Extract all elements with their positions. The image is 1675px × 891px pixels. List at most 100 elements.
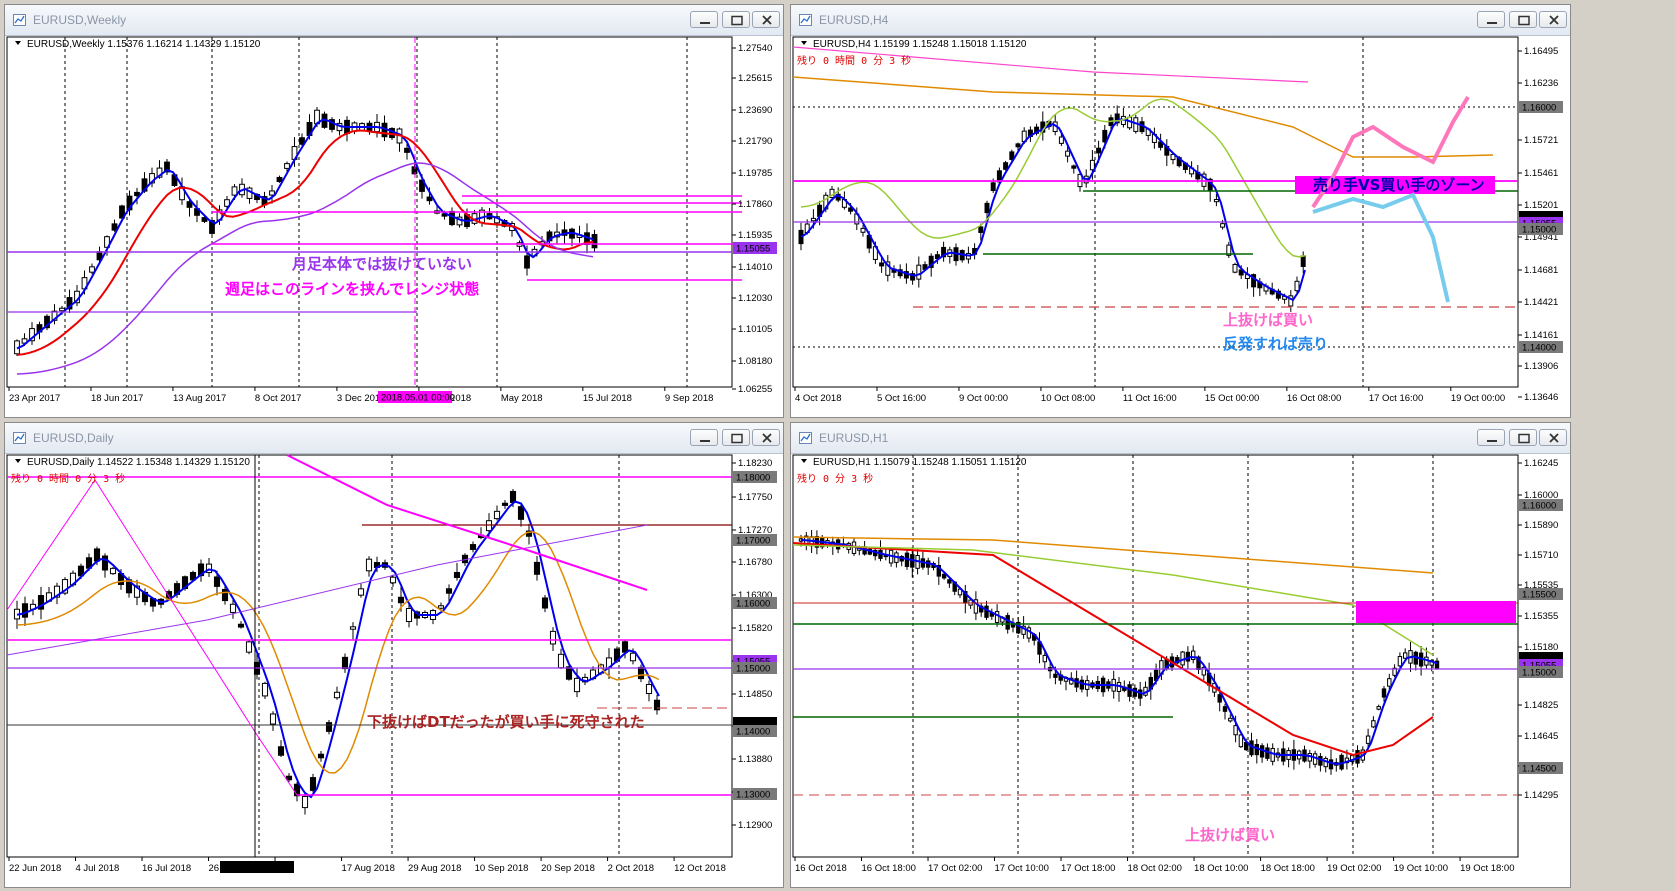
maximize-button[interactable] — [1509, 11, 1537, 28]
candle-body — [1217, 694, 1222, 703]
price-tick-label: 1.16495 — [1524, 46, 1558, 57]
close-button[interactable] — [752, 11, 780, 28]
price-tick-label: 1.15820 — [738, 623, 772, 634]
chart-window[interactable]: EURUSD,Daily EURUSD,Daily 1.14522 1.15348… — [4, 422, 784, 888]
chart-window-icon — [799, 432, 812, 444]
price-tick-label: 1.15935 — [738, 230, 772, 241]
candle-body — [261, 682, 269, 697]
candle-body — [269, 190, 275, 196]
candle-body — [277, 746, 285, 756]
maximize-button[interactable] — [722, 11, 750, 28]
price-tick-label: 1.12030 — [738, 293, 772, 304]
price-axis[interactable]: 1.162451.160001.158901.157101.155351.153… — [1518, 458, 1563, 801]
candle-body — [810, 217, 816, 222]
time-axis[interactable]: 4 Oct 2018 5 Oct 16:00 9 Oct 00:00 10 Oct 0… — [794, 387, 1505, 404]
candle-body — [1005, 615, 1010, 630]
close-button[interactable] — [752, 429, 780, 446]
price-tick-label: 1.14161 — [1524, 330, 1558, 341]
price-tick-label: 1.17860 — [738, 199, 772, 210]
chart-window-icon — [13, 432, 26, 444]
chart-window-icon — [13, 14, 26, 26]
candle-body — [990, 182, 996, 192]
price-tag-label: 1.16000 — [1522, 501, 1556, 512]
price-tick-label: 1.13646 — [1524, 392, 1558, 403]
candle-body — [573, 677, 581, 693]
chart-window[interactable]: EURUSD,Weekly EURUSD,Weekly 1.15376 1.162… — [4, 4, 784, 418]
close-icon — [762, 15, 772, 25]
time-tick-label: 16 Oct 2018 — [795, 863, 847, 874]
time-tick-label: 17 Aug 2018 — [342, 863, 395, 874]
price-axis[interactable]: 1.164951.162361.157211.154611.152011.149… — [1518, 46, 1563, 403]
time-tick-label: 17 Oct 18:00 — [1061, 863, 1115, 874]
title-bar[interactable]: EURUSD,Daily — [5, 423, 783, 454]
candle-body — [916, 264, 922, 280]
time-axis[interactable]: 16 Oct 2018 16 Oct 18:00 17 Oct 02:00 17 Oc… — [794, 857, 1515, 874]
candle-body — [637, 666, 645, 680]
chart-window[interactable]: EURUSD,H1 EURUSD,H1 1.15079 1.15248 1.150… — [790, 422, 1571, 888]
price-tick-label: 1.19785 — [738, 168, 772, 179]
chart-annotation: 上抜けば買い — [1185, 826, 1275, 844]
candle-body — [501, 502, 509, 506]
candle-body — [1096, 147, 1102, 154]
chart-annotation: 週足はこのラインを挟んでレンジ状態 — [225, 280, 479, 298]
time-axis[interactable]: 22 Jun 20184 Jul 201816 Jul 201826 Jul 2… — [8, 857, 726, 874]
minimize-button[interactable] — [690, 11, 718, 28]
candle-body — [1089, 159, 1095, 171]
candle-body — [1294, 280, 1300, 292]
price-chart[interactable]: EURUSD,Daily 1.14522 1.15348 1.14329 1.1… — [5, 453, 783, 887]
price-axis[interactable]: 1.27540 1.25615 1.23690 1.21790 1.19785 1.178… — [732, 43, 777, 395]
time-tick-label: 18 Oct 02:00 — [1128, 863, 1182, 874]
time-tick-label: 20 Sep 2018 — [541, 863, 595, 874]
title-bar[interactable]: EURUSD,Weekly — [5, 5, 783, 36]
price-chart[interactable]: EURUSD,H4 1.15199 1.15248 1.15018 1.1512… — [791, 35, 1570, 417]
candle-body — [405, 607, 413, 623]
time-tick-label: 18 Jun 2017 — [91, 393, 143, 404]
time-tick-label: 10 Sep 2018 — [475, 863, 529, 874]
candle-body — [493, 510, 501, 520]
price-chart[interactable]: EURUSD,H1 1.15079 1.15248 1.15051 1.1512… — [791, 453, 1570, 887]
candle-body — [1222, 706, 1228, 712]
candle-body — [1071, 165, 1077, 169]
price-chart[interactable]: EURUSD,Weekly 1.15376 1.16214 1.14329 1.… — [5, 35, 783, 417]
price-tick-label: 1.15461 — [1524, 168, 1558, 179]
candle-body — [325, 722, 333, 732]
price-tick-label: 1.08180 — [738, 356, 772, 367]
close-button[interactable] — [1539, 11, 1567, 28]
price-tick-label: 1.15355 — [1524, 611, 1558, 622]
minimize-button[interactable] — [690, 429, 718, 446]
price-axis[interactable]: 1.182301.177501.172701.167801.163001.158… — [732, 458, 777, 831]
time-tick-label: 4 Jul 2018 — [76, 863, 120, 874]
candle-body — [524, 255, 530, 269]
time-tick-label: 17 Oct 10:00 — [995, 863, 1049, 874]
chart-window[interactable]: EURUSD,H4 EURUSD,H4 1.15199 1.15248 1.150… — [790, 4, 1571, 418]
candle-body — [317, 753, 325, 759]
candle-body — [221, 588, 229, 602]
candle-body — [426, 196, 433, 202]
minimize-button[interactable] — [1477, 11, 1505, 28]
zone-box — [1356, 601, 1516, 623]
time-tick-label: 15 Oct 00:00 — [1205, 393, 1259, 404]
close-button[interactable] — [1539, 429, 1567, 446]
time-tick-label: May 2018 — [501, 393, 543, 404]
title-bar[interactable]: EURUSD,H1 — [791, 423, 1570, 454]
candle-body — [1191, 650, 1196, 661]
candle-body — [1053, 673, 1058, 678]
candle-body — [1042, 654, 1047, 663]
title-bar[interactable]: EURUSD,H4 — [791, 5, 1570, 36]
time-axis[interactable]: 23 Apr 2017 18 Jun 2017 13 Aug 2017 8 Oct 2… — [8, 387, 713, 404]
maximize-button[interactable] — [1509, 429, 1537, 446]
price-tag-label: 1.14000 — [736, 727, 770, 738]
candle-body — [557, 653, 565, 669]
candle-body — [1270, 747, 1275, 762]
candle-body — [629, 652, 637, 662]
candle-body — [404, 147, 410, 153]
minimize-button[interactable] — [1477, 429, 1505, 446]
candle-body — [485, 520, 493, 532]
candle-body — [1376, 706, 1381, 710]
price-tick-label: 1.14010 — [738, 262, 772, 273]
candle-body — [1328, 759, 1334, 770]
maximize-button[interactable] — [722, 429, 750, 446]
time-tick-label: 8 Oct 2017 — [255, 393, 301, 404]
candle-body — [860, 227, 866, 233]
candle-body — [89, 266, 95, 273]
